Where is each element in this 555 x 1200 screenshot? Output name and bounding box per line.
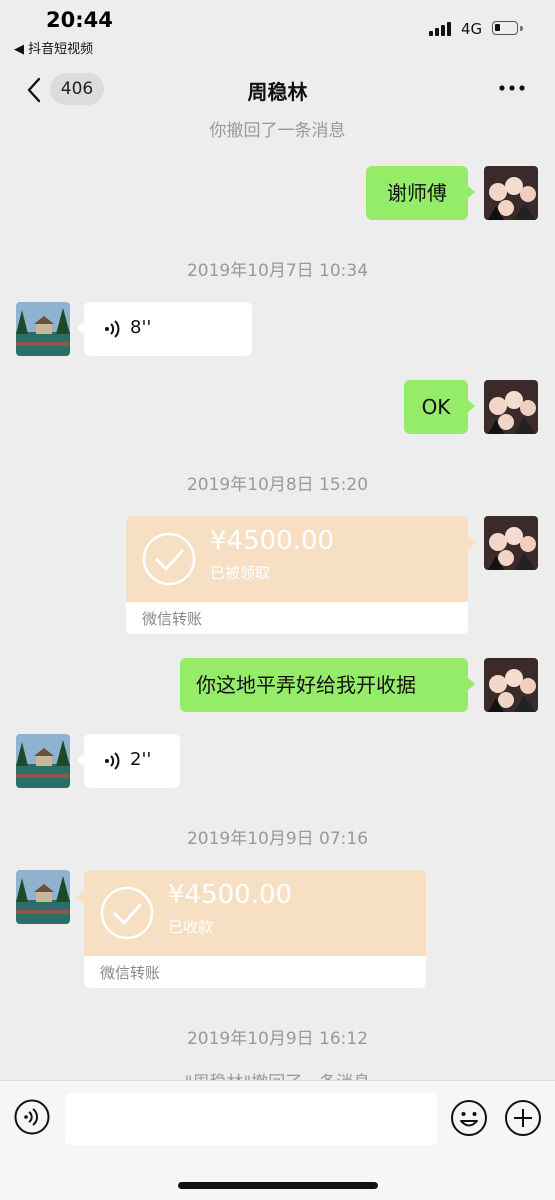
- contact-avatar[interactable]: [16, 302, 70, 356]
- voice-duration: 8'': [130, 317, 152, 338]
- voice-icon: [104, 319, 122, 339]
- voice-input-icon[interactable]: [14, 1099, 50, 1135]
- transfer-card-received[interactable]: ¥4500.00 已收款 微信转账: [84, 870, 426, 988]
- transfer-card-sent[interactable]: ¥4500.00 已被领取 微信转账: [126, 516, 468, 634]
- chat-header: 406 周稳林: [0, 62, 555, 118]
- check-icon: [100, 886, 154, 940]
- transfer-amount: ¥4500.00: [210, 526, 335, 556]
- voice-message-bubble[interactable]: 2'': [77, 734, 180, 788]
- home-indicator: [178, 1182, 378, 1189]
- emoji-icon[interactable]: [450, 1099, 488, 1137]
- chat-message-list[interactable]: 你撤回了一条消息 谢师傅 2019年10月7日 10:34 8'' OK 201…: [0, 118, 555, 1080]
- timestamp: 2019年10月8日 15:20: [186, 475, 369, 495]
- signal-icon: [429, 22, 453, 36]
- network-type: 4G: [461, 20, 483, 38]
- plus-icon[interactable]: [504, 1099, 542, 1137]
- chat-title: 周稳林: [247, 80, 308, 104]
- recall-notice: "周稳林"撤回了一条消息: [0, 1068, 555, 1080]
- status-time: 20:44: [46, 8, 113, 32]
- voice-message-bubble[interactable]: 8'': [77, 302, 252, 356]
- more-icon[interactable]: [494, 76, 530, 100]
- my-avatar[interactable]: [484, 166, 538, 220]
- message-input[interactable]: [65, 1093, 437, 1145]
- my-avatar[interactable]: [484, 658, 538, 712]
- contact-avatar[interactable]: [16, 870, 70, 924]
- timestamp: 2019年10月9日 16:12: [186, 1029, 369, 1049]
- my-avatar[interactable]: [484, 380, 538, 434]
- transfer-label: 微信转账: [100, 964, 161, 982]
- transfer-label: 微信转账: [142, 610, 203, 628]
- timestamp: 2019年10月7日 10:34: [186, 261, 369, 281]
- voice-icon: [104, 751, 122, 771]
- transfer-status: 已收款: [168, 918, 214, 936]
- sent-message-bubble[interactable]: 你这地平弄好给我开收据: [180, 658, 475, 712]
- transfer-status: 已被领取: [210, 564, 271, 582]
- transfer-amount: ¥4500.00: [168, 880, 293, 910]
- input-bar: [0, 1080, 555, 1200]
- my-avatar[interactable]: [484, 516, 538, 570]
- check-icon: [142, 532, 196, 586]
- voice-duration: 2'': [130, 749, 152, 770]
- recall-notice: 你撤回了一条消息: [209, 121, 346, 141]
- battery-icon: [492, 21, 518, 35]
- status-bar: 20:44 ◀ 抖音短视频 4G: [0, 0, 555, 62]
- sent-message-bubble[interactable]: 谢师傅: [366, 166, 475, 220]
- sent-message-bubble[interactable]: OK: [404, 380, 475, 434]
- timestamp: 2019年10月9日 07:16: [186, 829, 369, 849]
- contact-avatar[interactable]: [16, 734, 70, 788]
- back-to-app-link[interactable]: ◀ 抖音短视频: [14, 38, 93, 57]
